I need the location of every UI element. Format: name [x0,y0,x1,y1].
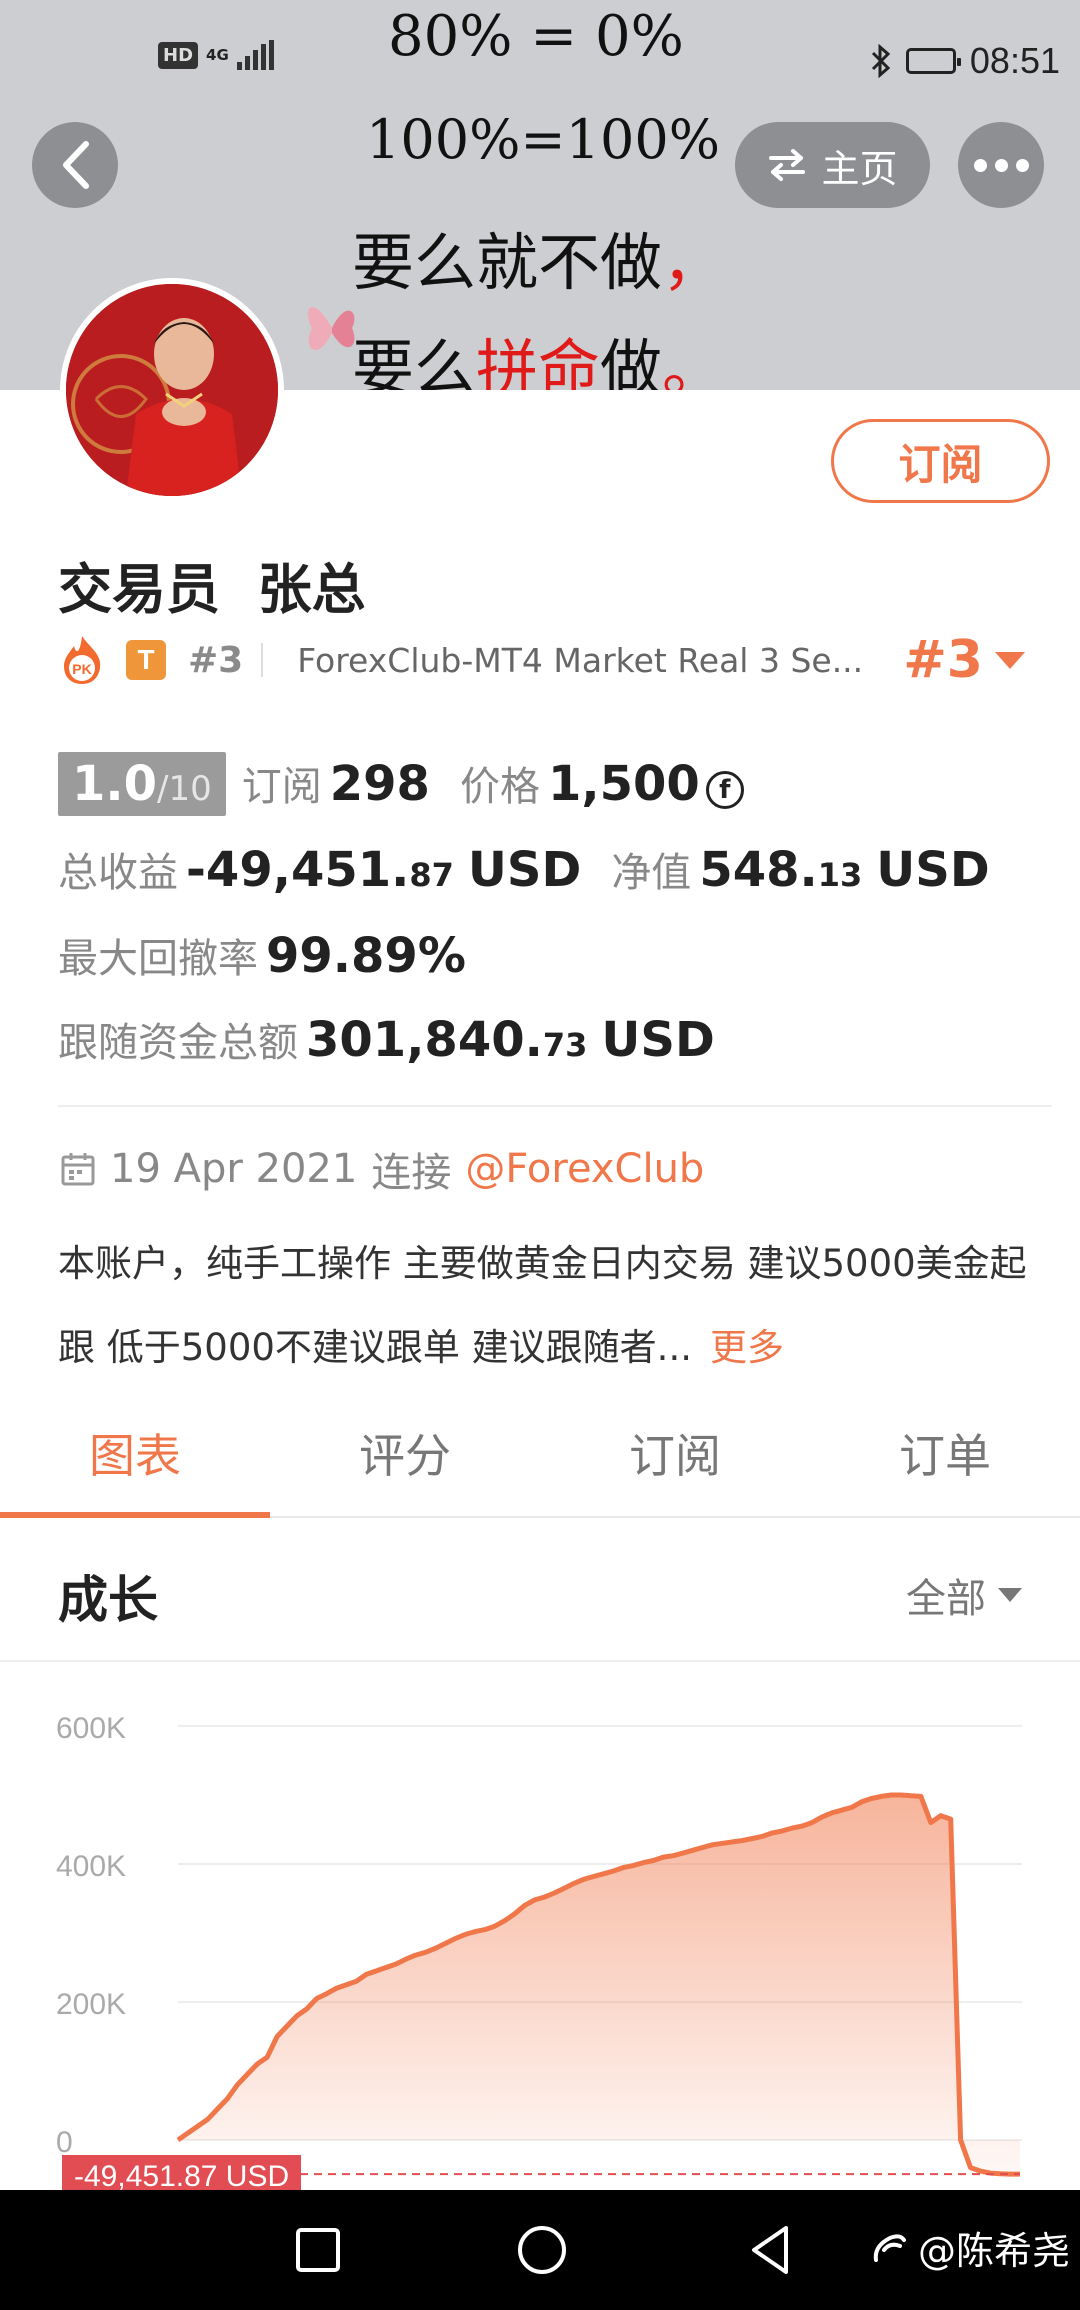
subscribe-button[interactable]: 订阅 [831,419,1050,503]
connection-label: 连接 [371,1150,452,1196]
account-description: 本账户，纯手工操作 主要做黄金日内交易 建议5000美金起跟 低于5000不建议… [58,1222,1048,1390]
back-button[interactable] [32,122,118,208]
slogan-line-3: 要么就不做， [352,226,725,299]
swap-icon [769,149,806,181]
y-tick-label: 400K [56,1850,126,1883]
slogan-line-1: 80% = 0% [388,4,684,69]
hd-badge: HD [158,41,199,69]
home-label: 主页 [821,146,898,191]
divider [0,1660,1080,1662]
stats-row-profit: 总收益 -49,451.87 USD 净值 548.13 USD [58,840,990,898]
subscribers-label: 订阅 [241,764,322,810]
chart-y-ticks: 600K400K200K0 [56,1712,126,2159]
connection-row: 19 Apr 2021 连接 @ForexClub [60,1140,704,1198]
description-text: 本账户，纯手工操作 主要做黄金日内交易 建议5000美金起跟 低于5000不建议… [58,1242,1027,1369]
status-left: HD 4G [158,40,274,70]
rank-label: #3 [188,639,244,681]
more-dot-icon [994,158,1008,172]
tab-chart[interactable]: 图表 [0,1390,270,1518]
caret-down-icon [998,1588,1022,1602]
score-badge: 1.0/10 [58,752,226,816]
chart-area [178,1795,1020,2175]
more-link[interactable]: 更多 [710,1326,784,1369]
subscribers-value: 298 [329,756,430,812]
avatar-image [66,284,278,496]
stats-row-score: 1.0/10 订阅 298 价格 1,500 f [58,752,744,816]
tier-badge: T [126,640,166,680]
battery-icon [905,48,961,74]
more-dot-icon [1015,158,1029,172]
calendar-icon [61,1153,95,1186]
more-dot-icon [973,158,987,172]
equity-value: 548.13 [699,842,863,898]
svg-text:PK: PK [72,661,91,677]
watermark: @陈希尧 [870,2220,1070,2275]
fire-pk-icon: PK [64,636,101,684]
home-button[interactable]: 主页 [735,122,930,208]
back-triangle-icon[interactable] [742,2220,802,2280]
bluetooth-icon [871,44,891,78]
divider [58,1105,1052,1107]
chart-title: 成长 [58,1571,158,1629]
follow-funds-value: 301,840.73 [306,1012,588,1068]
total-profit-label: 总收益 [58,850,178,896]
rank-value: #3 [903,630,983,690]
weibo-logo-icon [873,2233,906,2262]
tab-subscribe[interactable]: 订阅 [540,1390,810,1516]
price-label: 价格 [459,764,540,810]
tab-rating[interactable]: 评分 [270,1390,540,1516]
tab-bar: 图表 评分 订阅 订单 [0,1390,1080,1518]
stats-row-drawdown: 最大回撤率 99.89% [58,926,466,984]
price-value: 1,500 [547,756,700,812]
follow-funds-label: 跟随资金总额 [58,1020,298,1066]
max-drawdown-label: 最大回撤率 [58,936,258,982]
connection-date: 19 Apr 2021 [110,1146,358,1192]
badge-row: PK T #3 ForexClub-MT4 Market Real 3 Se..… [60,630,1025,690]
y-tick-label: 600K [56,1712,126,1745]
divider [261,643,264,677]
growth-chart: 600K400K200K0 [56,1712,1022,2177]
recent-apps-icon[interactable] [288,2220,348,2280]
range-value: 全部 [906,1576,986,1622]
broker-account[interactable]: ForexClub-MT4 Market Real 3 Se... [297,641,877,680]
slogan-line-4: 要么拼命做。 [352,332,725,390]
caret-down-icon [995,651,1025,669]
more-button[interactable] [958,122,1044,208]
home-circle-icon[interactable] [512,2220,572,2280]
follow-funds-unit: USD [601,1012,715,1068]
chevron-left-icon [63,141,89,189]
trader-name: 交易员 张总 [58,558,366,621]
y-tick-label: 200K [56,1988,126,2021]
tab-orders[interactable]: 订单 [810,1390,1080,1516]
signal-icon [236,40,274,70]
total-profit-unit: USD [467,842,582,898]
slogan-line-2: 100%=100% [366,108,721,171]
status-right: 08:51 [870,40,1060,82]
coin-icon: f [705,771,744,809]
broker-link[interactable]: @ForexClub [465,1146,704,1192]
butterfly-icon [308,307,355,350]
stats-row-follow: 跟随资金总额 301,840.73 USD [58,1010,715,1068]
clock: 08:51 [969,40,1060,81]
range-dropdown[interactable]: 全部 [906,1566,1022,1624]
max-drawdown-value: 99.89% [266,928,466,984]
equity-label: 净值 [611,850,692,896]
total-profit-value: -49,451.87 [186,842,454,898]
avatar[interactable] [60,278,284,502]
network-label: 4G [206,45,229,64]
rank-selector[interactable]: #3 [903,630,1025,690]
equity-unit: USD [876,842,990,898]
